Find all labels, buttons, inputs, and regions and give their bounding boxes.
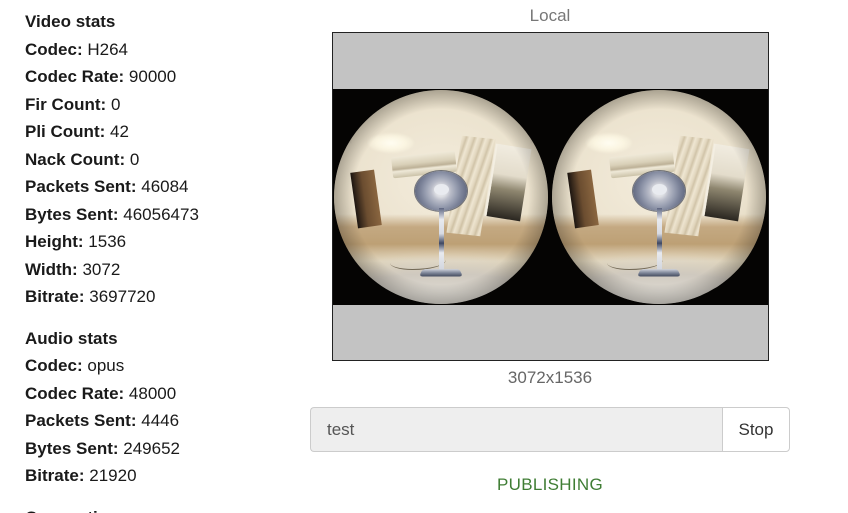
fan-hub-icon (434, 184, 450, 196)
connection-group: Connection (25, 504, 315, 513)
preview-column: Local 3072x1536 test Stop PUBLISHING (310, 0, 790, 500)
doorway (567, 169, 599, 229)
fan-pole (656, 207, 662, 272)
fisheye-left-lens (334, 90, 549, 304)
publisher-page: Video stats Codec: H264 Codec Rate: 9000… (0, 0, 848, 513)
local-video-frame[interactable] (331, 32, 769, 361)
stat-label: Nack Count: (25, 149, 126, 169)
stat-label: Bitrate: (25, 466, 85, 485)
ceiling-arc (334, 90, 549, 168)
stat-row-audio-codec-rate: Codec Rate: 48000 (25, 380, 315, 408)
stat-row-height: Height: 1536 (25, 228, 315, 256)
stat-label: Packets Sent: (25, 411, 137, 430)
stat-value: 42 (110, 122, 129, 141)
power-cord (607, 253, 663, 270)
stat-label: Width: (25, 259, 78, 279)
fan-head-icon (632, 171, 685, 212)
stat-value: 48000 (128, 383, 177, 403)
stat-value: 3072 (82, 259, 121, 279)
stat-value: 46084 (141, 177, 189, 196)
audio-stats-group: Audio stats Codec: opus Codec Rate: 4800… (25, 325, 315, 490)
dual-fisheye-video (332, 89, 768, 305)
window-frame (702, 143, 750, 221)
fan-base (419, 268, 464, 277)
ceiling-light-glow (585, 132, 632, 153)
stat-row-width: Width: 3072 (25, 256, 315, 284)
stat-label: Codec Rate: (25, 383, 125, 403)
stat-value: 0 (129, 149, 140, 169)
stat-label: Height: (25, 232, 84, 251)
publish-status-text: PUBLISHING (497, 475, 603, 494)
stat-label: Pli Count: (25, 122, 106, 141)
fan-pole (439, 207, 445, 272)
ceiling-light-glow (368, 132, 415, 153)
stat-label: Codec: (25, 356, 83, 375)
stat-value: 4446 (141, 411, 180, 430)
stat-row-video-codec: Codec: H264 (25, 36, 315, 64)
stat-value: 21920 (89, 466, 137, 485)
stat-row-audio-bytes-sent: Bytes Sent: 249652 (25, 435, 315, 463)
local-preview-label: Local (529, 6, 571, 25)
ceiling-arc (551, 90, 766, 168)
audio-stats-title: Audio stats (25, 328, 118, 348)
stat-value: 0 (110, 94, 121, 114)
shelf-unit (608, 150, 675, 179)
stats-column: Video stats Codec: H264 Codec Rate: 9000… (25, 8, 315, 513)
fisheye-right-lens (551, 90, 766, 304)
stat-row-video-packets-sent: Packets Sent: 46084 (25, 173, 315, 201)
fisheye-right (550, 89, 768, 305)
stat-label: Bytes Sent: (25, 438, 119, 458)
stat-value: 1536 (88, 232, 127, 251)
stat-value: H264 (87, 39, 128, 59)
power-cord (389, 253, 446, 270)
fisheye-left (332, 89, 550, 305)
stat-label: Codec: (25, 39, 83, 59)
curtain (446, 135, 496, 237)
stat-value: 90000 (128, 67, 177, 86)
stat-row-video-codec-rate: Codec Rate: 90000 (25, 63, 315, 91)
stream-name-input[interactable] (310, 407, 722, 452)
stat-row-nack-count: Nack Count: 0 (25, 146, 315, 174)
stat-row-video-bytes-sent: Bytes Sent: 46056473 (25, 201, 315, 229)
stat-label: Codec Rate: (25, 67, 125, 86)
resolution-label: 3072x1536 (507, 368, 593, 387)
stat-value: 46056473 (123, 204, 199, 224)
stat-row-audio-packets-sent: Packets Sent: 4446 (25, 407, 315, 435)
video-stats-group: Video stats Codec: H264 Codec Rate: 9000… (25, 8, 315, 311)
shelf-unit (391, 150, 458, 179)
stat-value: 249652 (123, 438, 180, 458)
stat-value: opus (87, 356, 125, 375)
fan-base (636, 268, 681, 277)
stat-row-fir-count: Fir Count: 0 (25, 91, 315, 119)
stat-label: Bitrate: (25, 287, 85, 306)
stat-label: Fir Count: (25, 94, 107, 114)
window-frame (485, 143, 533, 221)
stop-button[interactable]: Stop (722, 407, 790, 452)
stat-row-audio-bitrate: Bitrate: 21920 (25, 462, 315, 490)
stat-row-video-bitrate: Bitrate: 3697720 (25, 283, 315, 311)
curtain (663, 135, 714, 237)
stat-label: Packets Sent: (25, 177, 137, 196)
stat-label: Bytes Sent: (25, 204, 119, 224)
stat-value: 3697720 (89, 287, 156, 306)
stat-row-audio-codec: Codec: opus (25, 352, 315, 380)
stream-control-group: Stop (310, 407, 790, 452)
fan-head-icon (415, 171, 468, 212)
fan-hub-icon (651, 184, 667, 196)
video-stats-title: Video stats (25, 12, 116, 31)
doorway (349, 169, 381, 229)
stat-row-pli-count: Pli Count: 42 (25, 118, 315, 146)
connection-title: Connection (25, 504, 315, 513)
